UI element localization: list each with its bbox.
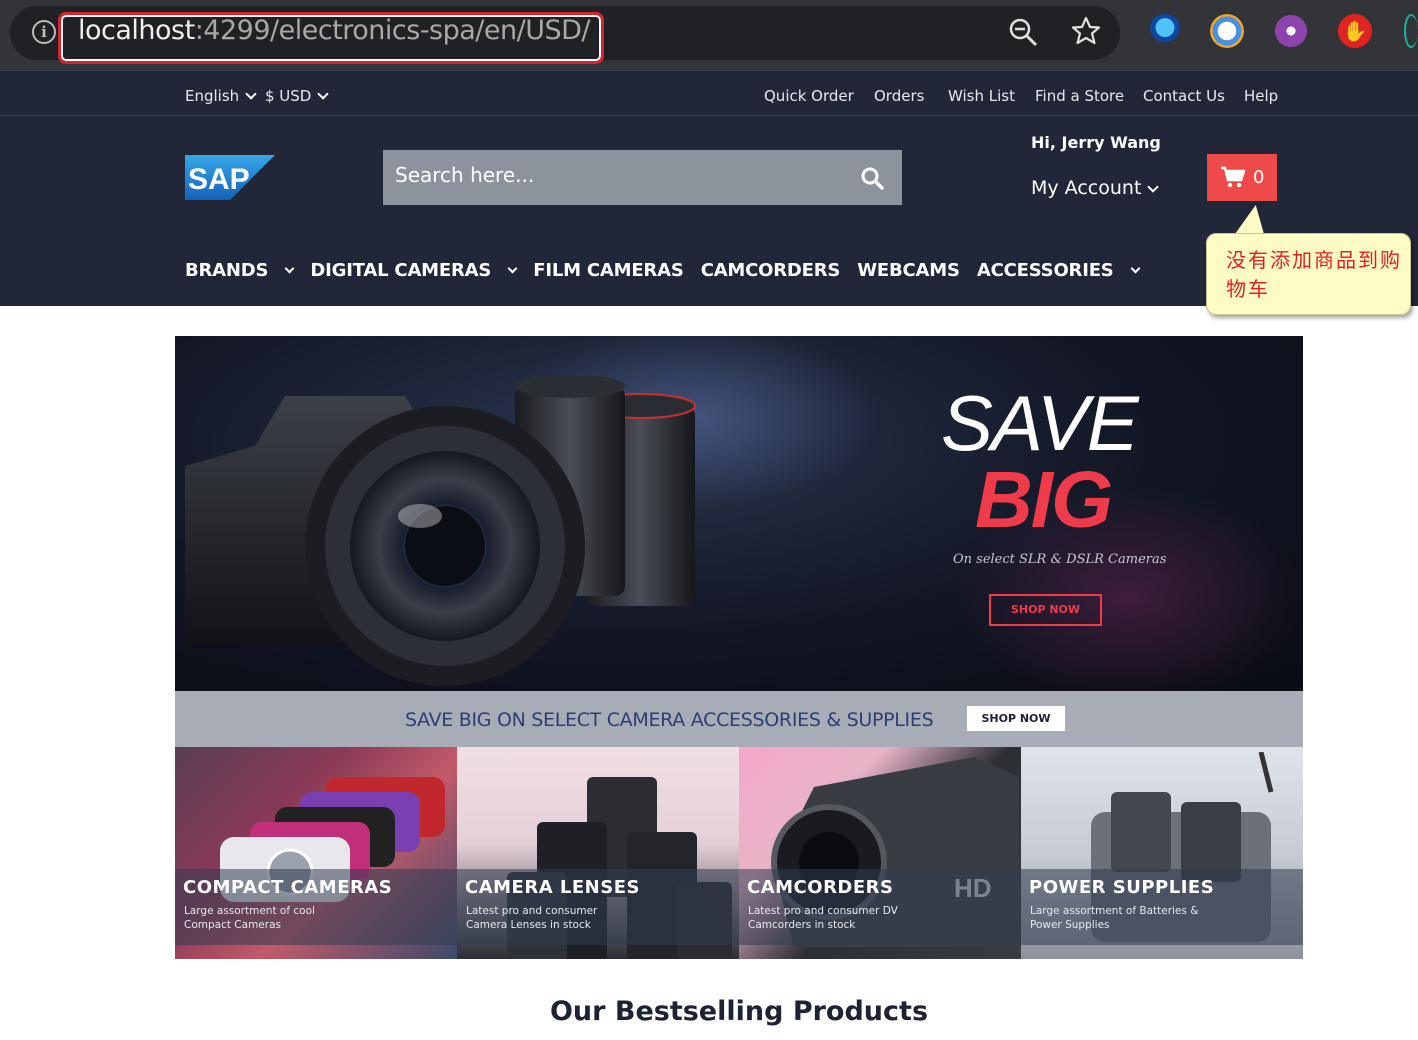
- callout-text: 没有添加商品到购物车: [1226, 248, 1402, 301]
- strip-shop-now-button[interactable]: SHOP NOW: [967, 706, 1065, 731]
- chevron-down-icon: [284, 263, 295, 274]
- bookmark-star-icon[interactable]: [1070, 15, 1102, 47]
- language-selector[interactable]: English: [185, 87, 257, 105]
- link-quick-order[interactable]: Quick Order: [764, 87, 854, 105]
- camera-illustration: [185, 376, 696, 686]
- tile-caption: CAMERA LENSES Latest pro and consumer Ca…: [457, 869, 739, 945]
- tile-description: Large assortment of cool Compact Cameras: [184, 905, 315, 931]
- tile-caption: CAMCORDERS Latest pro and consumer DV Ca…: [739, 869, 1021, 945]
- currency-label: $ USD: [265, 87, 312, 105]
- tile-camera-lenses[interactable]: CAMERA LENSES Latest pro and consumer Ca…: [457, 747, 739, 959]
- my-account-menu[interactable]: My Account: [1031, 177, 1160, 199]
- zoom-icon[interactable]: [1008, 17, 1038, 47]
- strip-text: SAVE BIG ON SELECT CAMERA ACCESSORIES & …: [405, 709, 934, 731]
- site-info-icon[interactable]: i: [32, 20, 56, 44]
- user-greeting: Hi, Jerry Wang: [1031, 133, 1161, 152]
- url-host: localhost: [78, 15, 195, 46]
- link-wish-list[interactable]: Wish List: [948, 87, 1015, 105]
- cart-icon: [1221, 166, 1245, 188]
- extension-icon-3[interactable]: [1274, 14, 1308, 48]
- category-nav: BRANDS DIGITAL CAMERAS FILM CAMERAS CAMC…: [185, 260, 1151, 281]
- chevron-down-icon: [317, 88, 330, 100]
- tile-description: Large assortment of Batteries & Power Su…: [1030, 905, 1199, 931]
- hero-headline-big: BIG: [975, 455, 1113, 544]
- url-path: :4299/electronics-spa/en/USD/: [194, 15, 591, 46]
- extension-stop-hand-icon[interactable]: ✋: [1338, 14, 1372, 48]
- link-orders[interactable]: Orders: [874, 87, 924, 105]
- tile-power-supplies[interactable]: POWER SUPPLIES Large assortment of Batte…: [1021, 747, 1303, 959]
- extension-icon-5[interactable]: [1404, 14, 1418, 48]
- tile-title: COMPACT CAMERAS: [183, 877, 393, 898]
- utility-bar: English $ USD Quick Order Orders Wish Li…: [0, 70, 1418, 116]
- hero-shop-now-button[interactable]: SHOP NOW: [989, 594, 1102, 626]
- url-text[interactable]: localhost:4299/electronics-spa/en/USD/: [78, 15, 591, 46]
- tile-camcorders[interactable]: HD CAMCORDERS Latest pro and consumer DV…: [739, 747, 1021, 959]
- nav-brands[interactable]: BRANDS: [185, 260, 295, 281]
- nav-digital-cameras[interactable]: DIGITAL CAMERAS: [310, 260, 518, 281]
- mini-cart-button[interactable]: 0: [1207, 154, 1277, 201]
- hero-banner[interactable]: SAVE BIG On select SLR & DSLR Cameras SH…: [175, 336, 1303, 691]
- link-find-store[interactable]: Find a Store: [1035, 87, 1124, 105]
- link-help[interactable]: Help: [1244, 87, 1278, 105]
- chevron-down-icon: [245, 88, 257, 100]
- nav-label: DIGITAL CAMERAS: [310, 260, 492, 281]
- nav-accessories[interactable]: ACCESSORIES: [976, 260, 1141, 281]
- extension-alarm-icon[interactable]: [1210, 14, 1244, 48]
- nav-label: BRANDS: [185, 260, 269, 281]
- nav-webcams[interactable]: WEBCAMS: [857, 260, 960, 281]
- tile-caption: POWER SUPPLIES Large assortment of Batte…: [1021, 869, 1303, 945]
- tile-description: Latest pro and consumer Camera Lenses in…: [466, 905, 598, 931]
- language-label: English: [185, 87, 240, 105]
- sap-logo-text: SAP: [188, 163, 250, 196]
- annotation-callout: 没有添加商品到购物车: [1206, 233, 1411, 315]
- chevron-down-icon: [1130, 263, 1141, 274]
- link-contact-us[interactable]: Contact Us: [1143, 87, 1225, 105]
- browser-toolbar: i localhost:4299/electronics-spa/en/USD/…: [0, 0, 1418, 70]
- hero-subtitle: On select SLR & DSLR Cameras: [953, 552, 1167, 567]
- tile-title: POWER SUPPLIES: [1029, 877, 1215, 898]
- tile-description: Latest pro and consumer DV Camcorders in…: [748, 905, 898, 931]
- tile-compact-cameras[interactable]: COMPACT CAMERAS Large assortment of cool…: [175, 747, 457, 959]
- extension-icon-1[interactable]: [1148, 14, 1182, 48]
- nav-camcorders[interactable]: CAMCORDERS: [701, 260, 841, 281]
- search-box[interactable]: Search here...: [383, 150, 902, 205]
- chevron-down-icon: [1147, 181, 1160, 193]
- tile-title: CAMERA LENSES: [465, 877, 640, 898]
- currency-selector[interactable]: $ USD: [265, 87, 330, 105]
- section-title-bestselling: Our Bestselling Products: [549, 996, 929, 1027]
- search-icon[interactable]: [860, 166, 884, 190]
- tile-title: CAMCORDERS: [747, 877, 894, 898]
- search-input[interactable]: Search here...: [395, 163, 534, 187]
- chevron-down-icon: [507, 263, 518, 274]
- nav-label: ACCESSORIES: [976, 260, 1114, 281]
- sap-logo[interactable]: SAP: [185, 155, 275, 200]
- cart-count: 0: [1253, 167, 1265, 188]
- nav-film-cameras[interactable]: FILM CAMERAS: [533, 260, 684, 281]
- my-account-label: My Account: [1031, 177, 1142, 199]
- accessories-promo-strip[interactable]: SAVE BIG ON SELECT CAMERA ACCESSORIES & …: [175, 691, 1303, 747]
- tile-caption: COMPACT CAMERAS Large assortment of cool…: [175, 869, 457, 945]
